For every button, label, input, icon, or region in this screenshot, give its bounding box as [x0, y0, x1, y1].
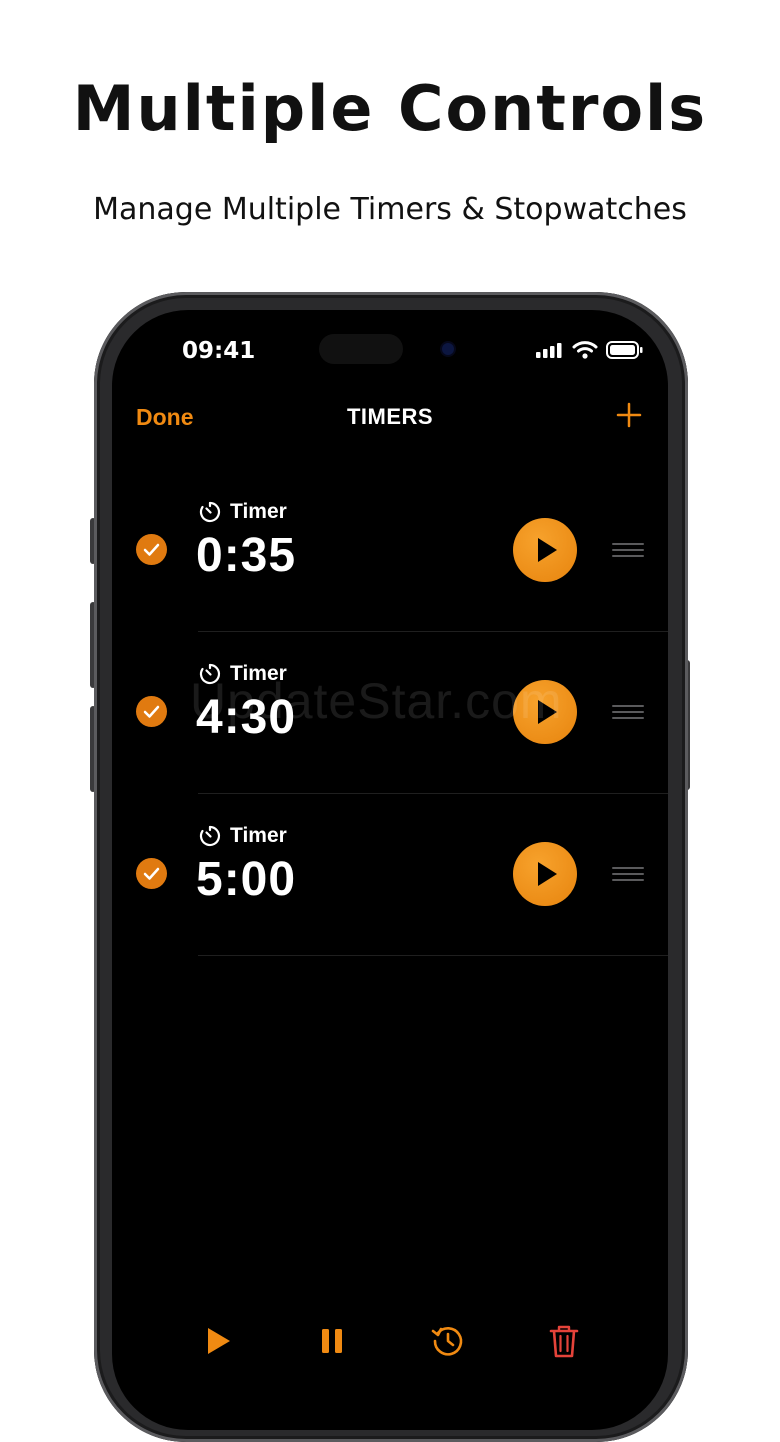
reset-history-icon[interactable] [430, 1323, 466, 1359]
dynamic-island [319, 334, 403, 364]
selected-checkmark-icon[interactable] [136, 858, 167, 889]
play-all-icon[interactable] [200, 1323, 236, 1359]
drag-handle-icon[interactable] [612, 864, 644, 884]
timer-icon [199, 825, 221, 847]
wifi-icon [572, 341, 598, 359]
timer-label-text: Timer [230, 824, 287, 847]
timer-play-button[interactable] [513, 518, 577, 582]
timer-label: Timer [198, 662, 287, 686]
plus-icon[interactable] [616, 402, 642, 428]
status-time: 09:41 [182, 338, 256, 364]
drag-handle-icon[interactable] [612, 702, 644, 722]
timer-label-text: Timer [230, 500, 287, 523]
trash-icon[interactable] [546, 1323, 582, 1359]
play-icon [538, 700, 557, 724]
play-icon [538, 862, 557, 886]
timer-row[interactable]: Timer 0:35 [112, 470, 668, 632]
battery-icon [606, 341, 643, 359]
phone-screen: 09:41 Done TIMERS Timer 0:35 Timer 4:30 … [112, 310, 668, 1430]
cellular-signal-icon [536, 343, 562, 358]
drag-handle-icon[interactable] [612, 540, 644, 560]
timer-play-button[interactable] [513, 842, 577, 906]
play-icon [538, 538, 557, 562]
selected-checkmark-icon[interactable] [136, 534, 167, 565]
timer-icon [199, 501, 221, 523]
promo-subheadline: Manage Multiple Timers & Stopwatches [93, 192, 687, 227]
row-divider [198, 955, 668, 956]
timer-row[interactable]: Timer 5:00 [112, 794, 668, 956]
promo-headline: Multiple Controls [72, 72, 708, 145]
page-title: TIMERS [346, 404, 434, 429]
camera-dot [442, 343, 454, 355]
status-icons [536, 340, 644, 360]
timer-label: Timer [198, 500, 287, 524]
pause-all-icon[interactable] [314, 1323, 350, 1359]
timer-time: 4:30 [196, 691, 297, 744]
timer-time: 0:35 [196, 529, 297, 582]
timer-icon [199, 663, 221, 685]
selected-checkmark-icon[interactable] [136, 696, 167, 727]
timer-label: Timer [198, 824, 287, 848]
timer-time: 5:00 [196, 853, 297, 906]
timer-play-button[interactable] [513, 680, 577, 744]
timer-row[interactable]: Timer 4:30 [112, 632, 668, 794]
timer-label-text: Timer [230, 662, 287, 685]
